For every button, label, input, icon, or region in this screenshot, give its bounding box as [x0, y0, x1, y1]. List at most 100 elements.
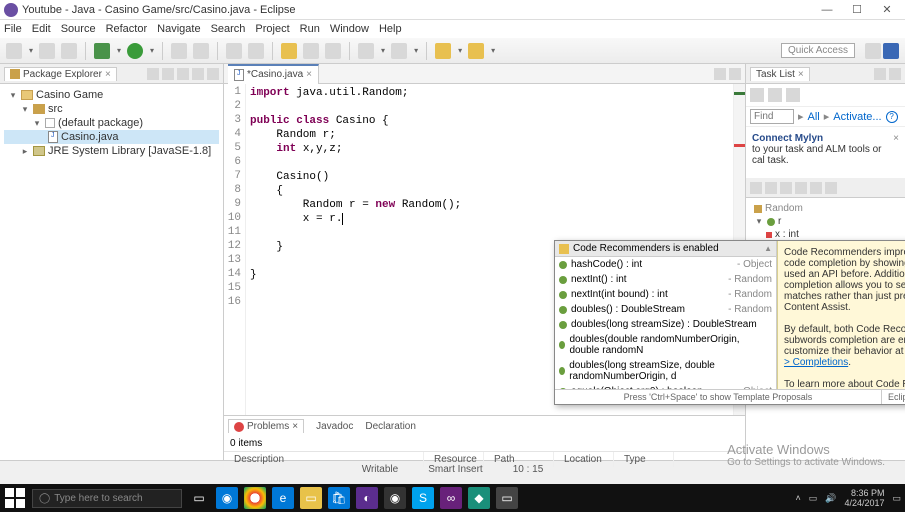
menu-navigate[interactable]: Navigate [157, 23, 200, 35]
col-path[interactable]: Path [484, 452, 554, 467]
menu-file[interactable]: File [4, 23, 22, 35]
completion-item[interactable]: doubles(long streamSize, double randomNu… [555, 358, 776, 384]
outline-sort-icon[interactable] [750, 182, 762, 194]
open-perspective-icon[interactable] [865, 43, 881, 59]
tree-src[interactable]: ▾src [4, 102, 219, 116]
completion-item[interactable]: doubles(long streamSize) : DoubleStream [555, 317, 776, 332]
col-resource[interactable]: Resource [424, 452, 484, 467]
focus-icon[interactable] [786, 88, 800, 102]
completion-item[interactable]: doubles() : DoubleStream - Random [555, 302, 776, 317]
editor-tab-casino[interactable]: *Casino.java × [228, 64, 319, 84]
minimize-button[interactable]: — [813, 2, 841, 18]
toggle-mark-icon[interactable] [281, 43, 297, 59]
skype-icon[interactable]: S [412, 487, 434, 509]
app-icon[interactable]: ◆ [468, 487, 490, 509]
search-icon[interactable] [248, 43, 264, 59]
tree-file-casino[interactable]: Casino.java [4, 130, 219, 144]
eclipse-taskbar-icon[interactable]: ◐ [356, 487, 378, 509]
menu-source[interactable]: Source [61, 23, 96, 35]
obs-icon[interactable]: ◉ [384, 487, 406, 509]
maximize-view-icon[interactable] [889, 68, 901, 80]
completion-item[interactable]: nextInt(int bound) : int - Random [555, 287, 776, 302]
debug-icon[interactable] [94, 43, 110, 59]
help-icon[interactable]: ? [886, 111, 898, 123]
menu-refactor[interactable]: Refactor [106, 23, 148, 35]
chrome-icon[interactable] [244, 487, 266, 509]
menu-help[interactable]: Help [379, 23, 402, 35]
minimize-view-icon[interactable] [810, 182, 822, 194]
minimize-editor-icon[interactable] [714, 68, 726, 80]
taskbar-clock[interactable]: 8:36 PM 4/24/2017 [844, 488, 884, 508]
minimize-view-icon[interactable] [874, 68, 886, 80]
completion-item[interactable]: nextInt() : int - Random [555, 272, 776, 287]
toggle-breadcrumb-icon[interactable] [303, 43, 319, 59]
close-button[interactable]: ✕ [873, 2, 901, 18]
javadoc-tab[interactable]: Javadoc [316, 421, 353, 432]
tree-package[interactable]: ▾(default package) [4, 116, 219, 130]
maximize-editor-icon[interactable] [729, 68, 741, 80]
completion-item[interactable]: equals(Object arg0) : boolean - Object [555, 384, 776, 389]
minimize-view-icon[interactable] [192, 68, 204, 80]
maximize-view-icon[interactable] [825, 182, 837, 194]
close-icon[interactable]: × [798, 69, 804, 80]
open-type-icon[interactable] [226, 43, 242, 59]
back-icon[interactable] [435, 43, 451, 59]
save-all-icon[interactable] [61, 43, 77, 59]
menu-project[interactable]: Project [255, 23, 289, 35]
tree-project[interactable]: ▾Casino Game [4, 88, 219, 102]
declaration-tab[interactable]: Declaration [365, 421, 416, 432]
outline-menu-icon[interactable] [795, 182, 807, 194]
new-task-icon[interactable] [750, 88, 764, 102]
tray-chevron-icon[interactable]: ˄ [795, 493, 800, 503]
app2-icon[interactable]: ▭ [496, 487, 518, 509]
problems-tab[interactable]: Problems× [228, 419, 304, 433]
outline-field-r[interactable]: ▾r [750, 215, 901, 228]
menu-search[interactable]: Search [211, 23, 246, 35]
view-menu-icon[interactable] [177, 68, 189, 80]
menu-run[interactable]: Run [300, 23, 320, 35]
outline-filter-icon[interactable] [765, 182, 777, 194]
package-explorer-tab[interactable]: Package Explorer × [4, 67, 117, 81]
next-annotation-icon[interactable] [391, 43, 407, 59]
save-icon[interactable] [39, 43, 55, 59]
tray-volume-icon[interactable]: 🔊 [825, 493, 836, 504]
maximize-button[interactable]: ☐ [843, 2, 871, 18]
close-icon[interactable]: × [292, 421, 298, 432]
task-view-icon[interactable]: ▭ [188, 487, 210, 509]
file-explorer-icon[interactable]: ▭ [300, 487, 322, 509]
task-all-link[interactable]: All [808, 111, 820, 123]
col-type[interactable]: Type [614, 452, 674, 467]
col-location[interactable]: Location [554, 452, 614, 467]
taskbar-search[interactable]: ◯Type here to search [32, 489, 182, 508]
completion-item[interactable]: doubles(double randomNumberOrigin, doubl… [555, 332, 776, 358]
collapse-all-icon[interactable] [147, 68, 159, 80]
system-tray[interactable]: ˄ ▭ 🔊 8:36 PM 4/24/2017 ▭ [795, 488, 901, 508]
store-icon[interactable]: 🛍 [328, 487, 350, 509]
new-package-icon[interactable] [171, 43, 187, 59]
col-description[interactable]: Description [224, 452, 424, 467]
tree-jre[interactable]: ▸JRE System Library [JavaSE-1.8] [4, 144, 219, 158]
task-find-input[interactable] [750, 109, 794, 124]
tray-network-icon[interactable]: ▭ [809, 493, 818, 504]
java-perspective-icon[interactable] [883, 43, 899, 59]
task-list-tab[interactable]: Task List× [750, 67, 810, 81]
menu-edit[interactable]: Edit [32, 23, 51, 35]
outline-import[interactable]: Random [750, 202, 901, 215]
close-icon[interactable]: × [306, 69, 312, 80]
completion-item[interactable]: hashCode() : int - Object [555, 257, 776, 272]
new-class-icon[interactable] [193, 43, 209, 59]
prev-annotation-icon[interactable] [358, 43, 374, 59]
categorize-icon[interactable] [768, 88, 782, 102]
outline-hide-icon[interactable] [780, 182, 792, 194]
menu-window[interactable]: Window [330, 23, 369, 35]
cortana-circle-icon[interactable]: ◉ [216, 487, 238, 509]
edge-icon[interactable]: e [272, 487, 294, 509]
maximize-view-icon[interactable] [207, 68, 219, 80]
toggle-block-icon[interactable] [325, 43, 341, 59]
run-icon[interactable] [127, 43, 143, 59]
link-with-editor-icon[interactable] [162, 68, 174, 80]
task-activate-link[interactable]: Activate... [833, 111, 881, 123]
close-icon[interactable]: × [893, 133, 899, 144]
close-icon[interactable]: × [105, 69, 111, 80]
start-button[interactable] [4, 487, 26, 509]
